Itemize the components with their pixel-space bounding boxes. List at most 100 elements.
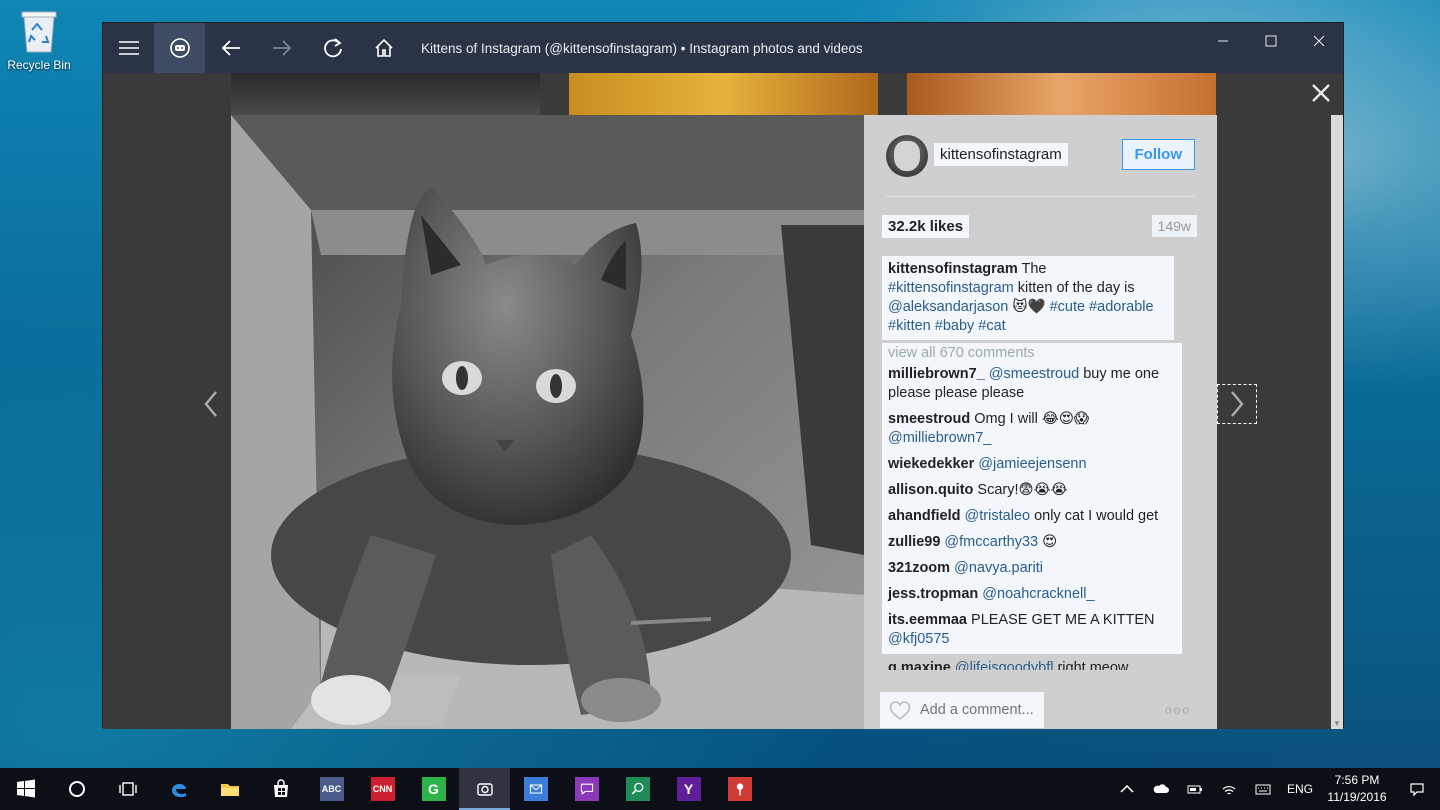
keyboard-button[interactable] [1246,781,1280,797]
comment-username[interactable]: smeestroud [888,411,970,427]
comment-username[interactable]: wiekedekker [888,456,974,472]
menu-button[interactable] [103,23,154,73]
comment: zullie99 @fmccarthy33 😍 [888,533,1176,552]
chevron-up-icon [1120,784,1134,793]
clock[interactable]: 7:56 PM 11/19/2016 [1320,772,1394,806]
comment-username[interactable]: milliebrown7_ [888,366,985,382]
mention-link[interactable]: @lifeisgoodybfl [955,660,1054,670]
comment-username[interactable]: g.maxine [888,660,951,670]
hashtag-link[interactable]: #kittensofinstagram [888,280,1014,296]
minimize-button[interactable] [1199,23,1247,59]
mention-link[interactable]: @navya.pariti [954,560,1043,576]
follow-button[interactable]: Follow [1121,139,1195,170]
post-age[interactable]: 149w [1151,215,1197,237]
post-photo[interactable] [231,115,864,729]
refresh-button[interactable] [307,23,358,73]
mention-link[interactable]: @kfj0575 [888,631,949,647]
heart-icon[interactable] [888,699,912,721]
comment: 321zoom @navya.pariti [888,559,1176,578]
store-icon [273,779,288,797]
mention-link[interactable]: @milliebrown7_ [888,430,991,446]
comment: jess.tropman @noahcracknell_ [888,585,1176,604]
likes-count[interactable]: 32.2k likes [882,215,970,238]
taskbar: ABC CNN G Y ENG 7:56 PM 11/19/2016 [0,768,1440,810]
forward-button[interactable] [256,23,307,73]
mention-link[interactable]: @jamieejensenn [978,456,1086,472]
thumbnail[interactable] [569,73,878,115]
add-comment-box [880,692,1044,728]
comment-username[interactable]: 321zoom [888,560,950,576]
hashtag-link[interactable]: #kitten #baby #cat [888,318,1006,334]
system-tray: ENG 7:56 PM 11/19/2016 [1110,768,1440,810]
recycle-bin-icon [20,8,58,54]
search-app-button[interactable] [612,768,663,810]
comment-username[interactable]: ahandfield [888,508,961,524]
post-username[interactable]: kittensofinstagram [934,143,1068,166]
comment-username[interactable]: jess.tropman [888,586,978,602]
store-button[interactable] [255,768,306,810]
maximize-button[interactable] [1247,23,1295,59]
next-post-button[interactable] [1217,384,1257,424]
mention-link[interactable]: @fmccarthy33 [944,534,1038,550]
app-window: Kittens of Instagram (@kittensofinstagra… [102,22,1344,729]
post-header: kittensofinstagram Follow [886,135,1195,197]
wifi-icon [1222,786,1236,795]
mention-link[interactable]: @aleksandarjason [888,299,1008,315]
mail-app-button[interactable] [510,768,561,810]
edge-icon [171,783,186,798]
instagram-app-button[interactable] [459,768,510,810]
avatar[interactable] [886,135,928,177]
onedrive-button[interactable] [1144,781,1178,797]
close-window-button[interactable] [1295,23,1343,59]
language-indicator[interactable]: ENG [1280,782,1320,796]
task-view-button[interactable] [102,768,153,810]
chevron-left-icon [204,391,217,417]
more-options-button[interactable]: ooo [1165,703,1191,717]
g-app-button[interactable]: G [408,768,459,810]
thumbnail[interactable] [231,73,540,115]
folder-icon [220,784,239,796]
comment-username[interactable]: zullie99 [888,534,940,550]
start-button[interactable] [0,768,51,810]
close-icon [1313,35,1325,47]
close-modal-button[interactable] [1311,83,1331,103]
show-hidden-icons-button[interactable] [1110,781,1144,797]
mention-link[interactable]: @tristaleo [965,508,1031,524]
comment-username[interactable]: its.eemmaa [888,612,967,628]
abc-app-button[interactable]: ABC [306,768,357,810]
hashtag-link[interactable]: #cute #adorable [1050,299,1154,315]
cnn-app-button[interactable]: CNN [357,768,408,810]
view-all-comments-link[interactable]: view all 670 comments [882,343,1182,363]
mention-link[interactable]: @smeestroud [989,366,1079,382]
wifi-button[interactable] [1212,781,1246,797]
cnn-app-icon: CNN [370,777,395,801]
cloud-icon [1153,784,1169,793]
back-button[interactable] [205,23,256,73]
maps-app-button[interactable] [714,768,765,810]
thumbnail[interactable] [907,73,1216,115]
file-explorer-button[interactable] [204,768,255,810]
caption-username[interactable]: kittensofinstagram [888,261,1018,277]
scrollbar[interactable]: ▼ [1331,115,1343,729]
comments-feed[interactable]: kittensofinstagram The #kittensofinstagr… [882,256,1182,676]
comment: ahandfield @tristaleo only cat I would g… [888,507,1176,526]
previous-post-button[interactable] [191,384,231,424]
action-center-button[interactable] [1394,781,1440,797]
search-button[interactable] [51,768,102,810]
chevron-right-icon [1231,391,1244,417]
bot-button[interactable] [154,23,205,73]
forward-arrow-icon [272,40,291,56]
add-comment-input[interactable] [920,702,1038,718]
battery-button[interactable] [1178,781,1212,797]
mention-link[interactable]: @noahcracknell_ [982,586,1094,602]
comment-text: Scary!😨😭😭 [973,482,1068,498]
recycle-bin[interactable]: Recycle Bin [4,8,74,72]
comment: allison.quito Scary!😨😭😭 [888,481,1176,500]
edge-taskbar-button[interactable] [153,768,204,810]
magnifier-icon [625,777,650,801]
yahoo-app-button[interactable]: Y [663,768,714,810]
scroll-down-icon[interactable]: ▼ [1333,719,1341,728]
messaging-app-button[interactable] [561,768,612,810]
home-button[interactable] [358,23,409,73]
comment-username[interactable]: allison.quito [888,482,973,498]
